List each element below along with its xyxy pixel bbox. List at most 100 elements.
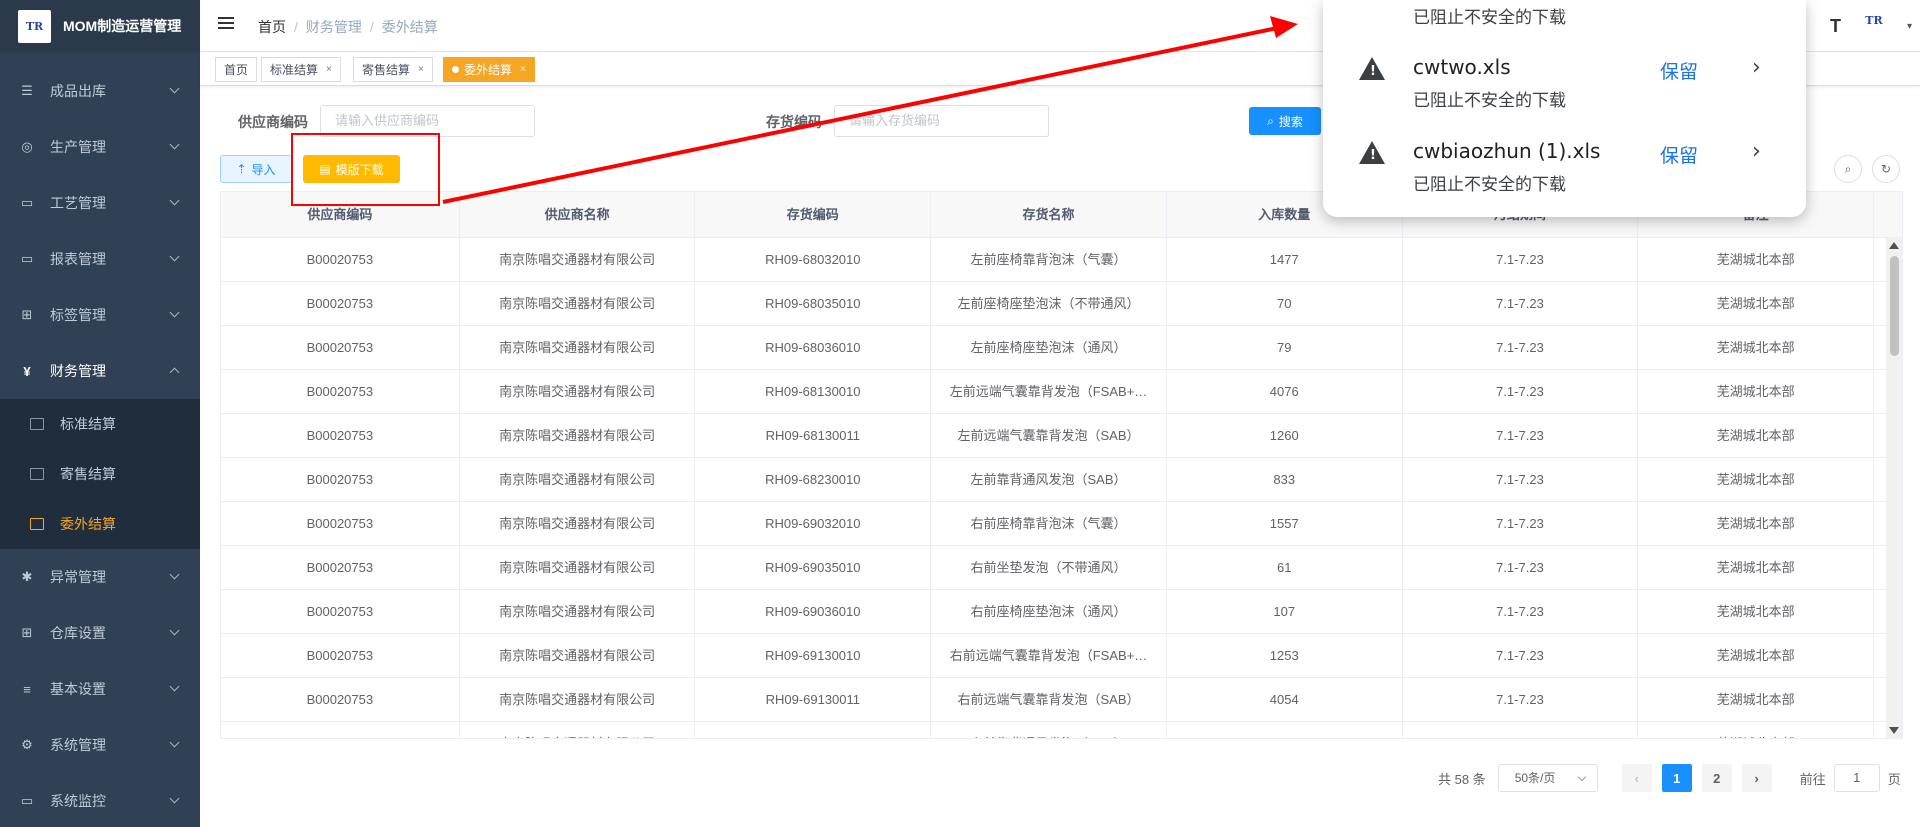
tag-outsource-settlement[interactable]: 委外结算 × bbox=[443, 57, 535, 82]
table-cell: 芜湖城北本部 bbox=[1638, 458, 1875, 502]
sidebar-item-process[interactable]: ▭ 工艺管理 bbox=[0, 175, 200, 231]
table-cell: 833 bbox=[1167, 458, 1403, 502]
keep-button[interactable]: 保留 bbox=[1660, 141, 1698, 168]
next-page-button[interactable]: › bbox=[1741, 764, 1772, 792]
header-right: T TR ▾ bbox=[1830, 14, 1920, 38]
process-icon: ▭ bbox=[20, 195, 34, 210]
sidebar-item-label: 生产管理 bbox=[50, 139, 106, 155]
chevron-right-icon[interactable]: › bbox=[1752, 139, 1761, 164]
scroll-up-icon[interactable] bbox=[1889, 242, 1899, 249]
table-cell: 南京陈唱交通器材有限公司 bbox=[460, 590, 696, 634]
toggle-search-icon[interactable]: ⌕ bbox=[1834, 155, 1862, 183]
vertical-scrollbar[interactable] bbox=[1886, 238, 1902, 738]
sidebar-item-exception[interactable]: ✱ 异常管理 bbox=[0, 549, 200, 605]
column-header[interactable]: 供应商名称 bbox=[460, 192, 696, 238]
logo-area: TR MOM制造运营管理 bbox=[0, 0, 200, 52]
logo-icon: TR bbox=[18, 9, 51, 43]
download-status: 已阻止不安全的下载 bbox=[1413, 8, 1566, 28]
sidebar-item-label: 基本设置 bbox=[50, 681, 106, 697]
table-cell: 左前座椅座垫泡沫（不带通风） bbox=[931, 282, 1167, 326]
table-row[interactable]: B00020753 南京陈唱交通器材有限公司 RH09-69130011 右前远端气囊… bbox=[221, 678, 1902, 722]
sidebar-item-report[interactable]: ▭ 报表管理 bbox=[0, 231, 200, 287]
table-cell: 右前座椅靠背泡沫（气囊） bbox=[931, 502, 1167, 546]
stock-code-label: 存货编码 bbox=[766, 114, 822, 130]
sidebar-item-label: 委外结算 bbox=[60, 516, 116, 532]
download-item[interactable]: ! cwtwo.xls 保留 › bbox=[1323, 53, 1806, 83]
refresh-icon[interactable]: ↻ bbox=[1872, 155, 1900, 183]
keep-button[interactable]: 保留 bbox=[1660, 57, 1698, 84]
sidebar-item-warehouse[interactable]: ⊞ 仓库设置 bbox=[0, 605, 200, 661]
data-table: 供应商编码 供应商名称 存货编码 存货名称 入库数量 月结期间 备注 B0002… bbox=[220, 191, 1903, 739]
table-cell: 右前座椅座垫泡沫（通风） bbox=[931, 590, 1167, 634]
stock-code-input[interactable]: 请输入存货编码 bbox=[834, 105, 1049, 137]
table-cell: 7.1-7.23 bbox=[1403, 634, 1639, 678]
sidebar-item-label: 仓库设置 bbox=[50, 625, 106, 641]
sidebar-item-standard-settlement[interactable]: 标准结算 bbox=[0, 399, 200, 449]
table-cell: 右前远端气囊靠背发泡（FSAB+… bbox=[931, 634, 1167, 678]
table-cell: 7.1-7.23 bbox=[1403, 326, 1639, 370]
close-icon[interactable]: × bbox=[520, 64, 526, 75]
prev-page-button[interactable]: ‹ bbox=[1621, 764, 1652, 792]
sidebar-item-monitor[interactable]: ▭ 系统监控 bbox=[0, 773, 200, 829]
table-cell: 右前远端气囊靠背发泡（SAB） bbox=[931, 678, 1167, 722]
page-size-select[interactable]: 50条/页 bbox=[1497, 764, 1598, 792]
yen-icon: ¥ bbox=[23, 363, 31, 379]
pagination: 共 58 条 50条/页 ‹ 1 2 › 前往 1 页 bbox=[1438, 764, 1901, 792]
table-row[interactable]: B00020753 南京陈唱交通器材有限公司 RH09-69130010 右前远端气囊… bbox=[221, 634, 1902, 678]
page-button-1[interactable]: 1 bbox=[1661, 764, 1692, 792]
sidebar-item-consignment-settlement[interactable]: 寄售结算 bbox=[0, 449, 200, 499]
close-icon[interactable]: × bbox=[418, 64, 424, 75]
table-row[interactable]: B00020753 南京陈唱交通器材有限公司 RH09-68036010 左前座椅座垫… bbox=[221, 326, 1902, 370]
close-icon[interactable]: × bbox=[326, 64, 332, 75]
tag-standard-settlement[interactable]: 标准结算 × bbox=[261, 57, 341, 82]
table-row[interactable]: B00020753 南京陈唱交通器材有限公司 RH09-68130010 左前远端气囊… bbox=[221, 370, 1902, 414]
page-button-2[interactable]: 2 bbox=[1701, 764, 1732, 792]
hamburger-icon[interactable] bbox=[218, 17, 234, 31]
column-header[interactable]: 存货名称 bbox=[931, 192, 1167, 238]
table-row[interactable]: B00020753 南京陈唱交通器材有限公司 RH09-68230010 左前靠背通风… bbox=[221, 458, 1902, 502]
table-row[interactable]: B00020753 南京陈唱交通器材有限公司 RH09-69032010 右前座椅靠背… bbox=[221, 502, 1902, 546]
tag-consignment-settlement[interactable]: 寄售结算 × bbox=[353, 57, 433, 82]
sidebar-item-production[interactable]: ◎ 生产管理 bbox=[0, 119, 200, 175]
sidebar-item-basic-settings[interactable]: ≡ 基本设置 bbox=[0, 661, 200, 717]
table-cell: B00020753 bbox=[221, 458, 460, 502]
annotation-highlight-box bbox=[291, 133, 440, 206]
table-cell: RH09-68230010 bbox=[695, 458, 932, 502]
table-row[interactable]: B00020753 南京陈唱交通器材有限公司 RH09-69036010 右前座椅座垫… bbox=[221, 590, 1902, 634]
download-item[interactable]: ! cwbiaozhun (1).xls 保留 › bbox=[1323, 137, 1806, 167]
avatar[interactable]: TR bbox=[1857, 14, 1891, 38]
table-cell: 4076 bbox=[1167, 370, 1403, 414]
sidebar-item-outsource-settlement[interactable]: 委外结算 bbox=[0, 499, 200, 549]
table-cell: RH09-69032010 bbox=[695, 502, 932, 546]
scroll-down-icon[interactable] bbox=[1889, 727, 1899, 734]
table-cell: 芜湖城北本部 bbox=[1638, 634, 1875, 678]
document-icon bbox=[30, 468, 44, 480]
gear-icon: ⚙ bbox=[21, 737, 33, 752]
breadcrumb-home[interactable]: 首页 bbox=[258, 19, 286, 35]
column-header[interactable]: 存货编码 bbox=[695, 192, 932, 238]
import-button[interactable]: ⇡ 导入 bbox=[220, 155, 292, 183]
table-row[interactable]: B00020753 南京陈唱交通器材有限公司 RH09-68035010 左前座椅座垫… bbox=[221, 282, 1902, 326]
chevron-right-icon[interactable]: › bbox=[1752, 55, 1761, 80]
search-button[interactable]: ⌕ 搜索 bbox=[1249, 107, 1321, 135]
sidebar-item-finished-goods[interactable]: ☰ 成品出库 bbox=[0, 63, 200, 119]
warehouse-icon: ⊞ bbox=[21, 625, 33, 640]
sidebar-item-label-mgmt[interactable]: ⊞ 标签管理 bbox=[0, 287, 200, 343]
sidebar-item-system[interactable]: ⚙ 系统管理 bbox=[0, 717, 200, 773]
goto-page-input[interactable]: 1 bbox=[1833, 764, 1880, 792]
tag-home[interactable]: 首页 bbox=[215, 57, 258, 82]
import-button-label: 导入 bbox=[251, 162, 276, 177]
table-row[interactable]: B00020753 南京陈唱交通器材有限公司 RH09-69035010 右前坐垫发泡… bbox=[221, 546, 1902, 590]
table-cell: 7.1-7.23 bbox=[1403, 546, 1639, 590]
font-size-icon[interactable]: T bbox=[1830, 16, 1841, 37]
table-row[interactable]: B00020753南京陈唱交通器材有限公司RH09-69230010右前靠背通风… bbox=[221, 722, 1902, 738]
caret-down-icon[interactable]: ▾ bbox=[1907, 21, 1912, 32]
sidebar-item-finance[interactable]: ¥ 财务管理 bbox=[0, 343, 200, 399]
scroll-thumb[interactable] bbox=[1890, 256, 1899, 356]
tag-label: 首页 bbox=[224, 63, 249, 77]
table-row[interactable]: B00020753 南京陈唱交通器材有限公司 RH09-68032010 左前座椅靠背… bbox=[221, 238, 1902, 282]
production-icon: ◎ bbox=[21, 139, 33, 154]
tag-label: 委外结算 bbox=[464, 63, 513, 77]
table-row[interactable]: B00020753 南京陈唱交通器材有限公司 RH09-68130011 左前远端气囊… bbox=[221, 414, 1902, 458]
table-cell: RH09-69230010 bbox=[695, 722, 932, 738]
